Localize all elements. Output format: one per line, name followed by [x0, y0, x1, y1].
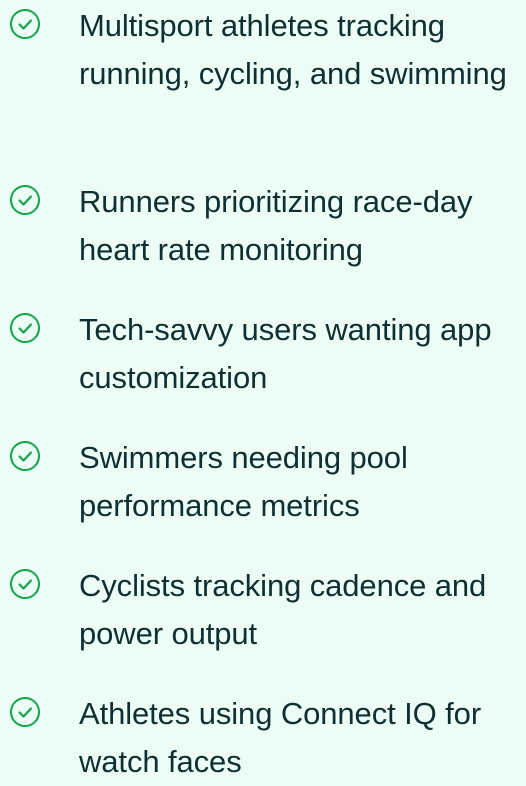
check-circle-icon — [10, 9, 40, 39]
feature-label: Cyclists tracking cadence and power outp… — [79, 568, 487, 651]
feature-label: Runners prioritizing race-day heart rate… — [79, 184, 473, 267]
feature-label: Athletes using Connect IQ for watch face… — [79, 696, 482, 779]
feature-label: Swimmers needing pool performance metric… — [79, 440, 408, 523]
check-circle-icon — [10, 697, 40, 727]
feature-label: Tech-savvy users wanting app customizati… — [79, 312, 492, 395]
check-circle-icon — [10, 313, 40, 343]
check-circle-icon — [10, 441, 40, 471]
feature-label: Multisport athletes tracking running, cy… — [79, 8, 507, 91]
check-circle-icon — [10, 569, 40, 599]
check-circle-icon — [10, 185, 40, 215]
feature-list: Multisport athletes tracking running, cy… — [0, 0, 526, 779]
